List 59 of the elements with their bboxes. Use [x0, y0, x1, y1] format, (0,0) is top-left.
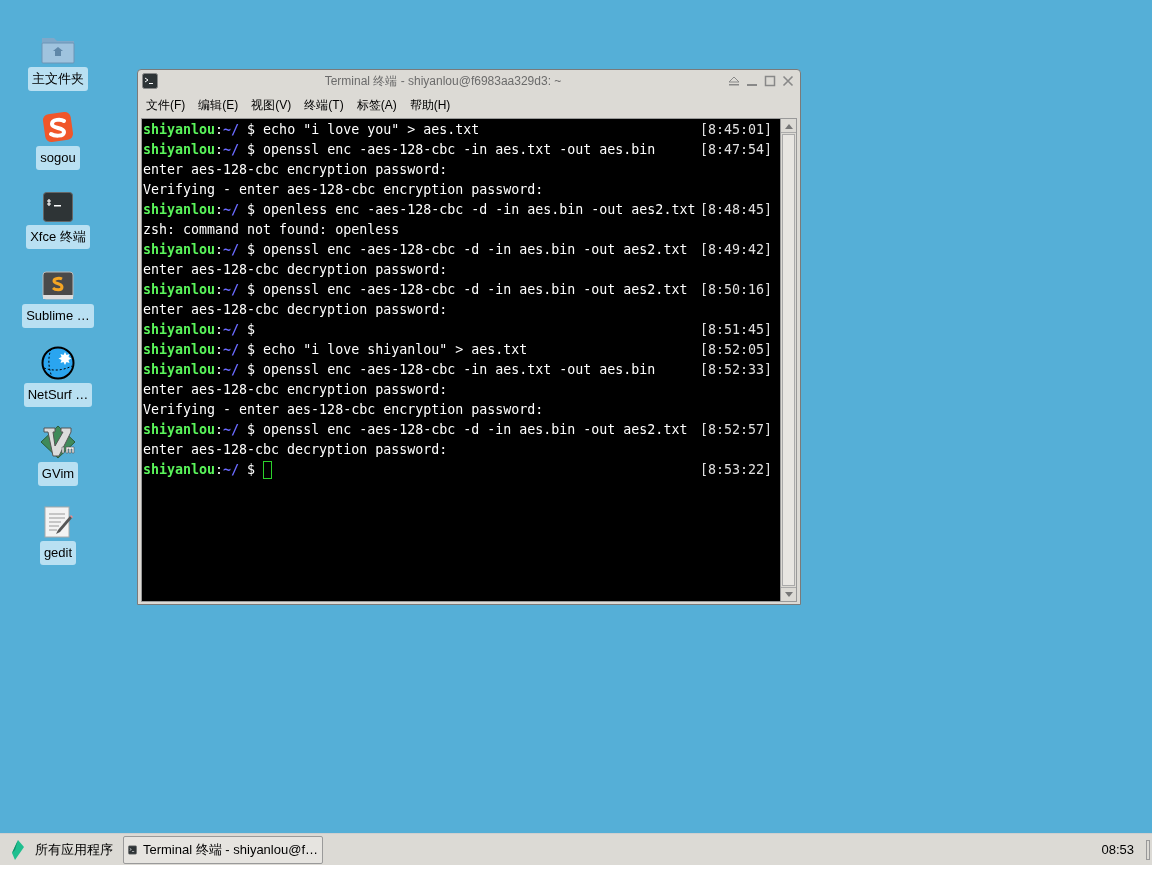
terminal-icon [43, 192, 73, 222]
desktop-icon-label[interactable]: Sublime … [22, 304, 94, 328]
terminal-line: shiyanlou:~/ $ openssl enc -aes-128-cbc -d -in aes.bin -out aes2.txt [143, 421, 688, 439]
terminal-line: enter aes-128-cbc decryption password: [143, 261, 448, 279]
terminal-line: enter aes-128-cbc encryption password: [143, 381, 448, 399]
timestamp: [8:52:57] [699, 421, 772, 439]
timestamp: [8:50:16] [699, 281, 772, 299]
terminal-line: enter aes-128-cbc decryption password: [143, 441, 448, 459]
menu-item[interactable]: 文件(F) [146, 96, 186, 114]
clock[interactable]: 08:53 [1101, 839, 1146, 860]
scroll-down-icon[interactable] [784, 591, 793, 598]
vim-icon [40, 425, 76, 459]
terminal-line: shiyanlou:~/ $ [143, 461, 256, 479]
close-icon[interactable] [782, 75, 794, 87]
timestamp: [8:49:42] [699, 241, 772, 259]
desktop-icon-label[interactable]: NetSurf … [23, 383, 93, 407]
shade-icon[interactable] [728, 75, 740, 87]
menu-item[interactable]: 帮助(H) [409, 96, 451, 114]
window-title: Terminal 终端 - shiyanlou@f6983aa329d3: ~ [323, 73, 563, 90]
terminal-line: shiyanlou:~/ $ openssl enc -aes-128-cbc -d -in aes.bin -out aes2.txt [143, 281, 688, 299]
timestamp: [8:48:45] [699, 201, 772, 219]
terminal-line: enter aes-128-cbc encryption password: [143, 161, 448, 179]
terminal-line: shiyanlou:~/ $ openssl enc -aes-128-cbc -in aes.txt -out aes.bin [143, 361, 656, 379]
terminal-line: zsh: command not found: openless [143, 221, 400, 239]
timestamp: [8:51:45] [699, 321, 772, 339]
leaf-icon [9, 838, 27, 861]
taskbar-window-button[interactable]: Terminal 终端 - shiyanlou@f… [123, 835, 323, 864]
sogou-icon [42, 111, 74, 143]
desktop-icon-label[interactable]: sogou [36, 146, 80, 170]
desktop-icon-label[interactable]: GVim [37, 462, 79, 486]
scroll-up-icon[interactable] [784, 122, 793, 129]
terminal-line: Verifying - enter aes-128-cbc encryption password: [143, 401, 544, 419]
menu-item[interactable]: 终端(T) [304, 96, 344, 114]
terminal-line: enter aes-128-cbc decryption password: [143, 301, 448, 319]
timestamp: [8:47:54] [699, 141, 772, 159]
menu-item[interactable]: 视图(V) [251, 96, 292, 114]
sublime-icon [42, 271, 74, 301]
terminal-line: shiyanlou:~/ $ echo "i love you" > aes.txt [143, 121, 480, 139]
scrollbar[interactable] [780, 119, 796, 601]
terminal-icon [142, 73, 158, 89]
terminal-line: Verifying - enter aes-128-cbc encryption password: [143, 181, 544, 199]
terminal-line: shiyanlou:~/ $ echo "i love shiyanlou" > aes.txt [143, 341, 528, 359]
applications-menu-button[interactable]: 所有应用程序 [0, 834, 123, 865]
maximize-icon[interactable] [764, 75, 776, 87]
timestamp: [8:52:05] [699, 341, 772, 359]
menu-item[interactable]: 标签(A) [356, 96, 397, 114]
text-editor-icon [43, 506, 73, 538]
timestamp: [8:53:22] [699, 461, 772, 479]
terminal-line: shiyanlou:~/ $ [143, 321, 256, 339]
timestamp: [8:52:33] [699, 361, 772, 379]
timestamp: [8:45:01] [699, 121, 772, 139]
terminal-line: shiyanlou:~/ $ openssl enc -aes-128-cbc -in aes.txt -out aes.bin [143, 141, 656, 159]
desktop-icon-label[interactable]: Xfce 终端 [26, 225, 90, 249]
terminal-line: shiyanlou:~/ $ openless enc -aes-128-cbc -d -in aes.bin -out aes2.txt [143, 201, 696, 219]
desktop-icon-label[interactable]: 主文件夹 [28, 67, 88, 91]
globe-icon [41, 346, 75, 380]
menu-item[interactable]: 编辑(E) [198, 96, 239, 114]
terminal-line: shiyanlou:~/ $ openssl enc -aes-128-cbc -d -in aes.bin -out aes2.txt [143, 241, 688, 259]
desktop-icon-label[interactable]: gedit [39, 541, 77, 565]
